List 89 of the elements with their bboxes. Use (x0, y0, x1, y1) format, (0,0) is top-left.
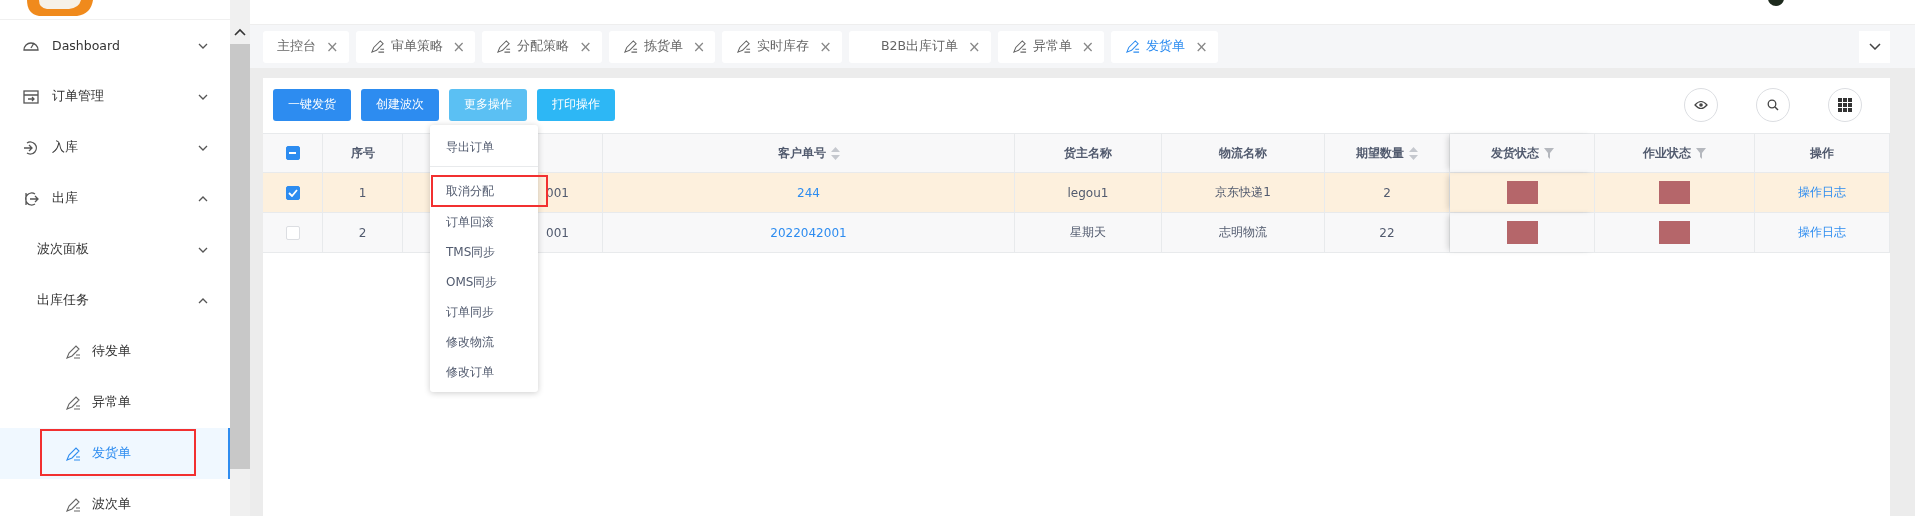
tab[interactable]: 实时库存 × (722, 30, 842, 63)
log-link[interactable]: 操作日志 (1798, 184, 1846, 201)
status-badge (1506, 181, 1538, 204)
menu-icon (22, 87, 40, 106)
sidebar-item[interactable]: 订单管理 (0, 71, 230, 122)
table-cell: legou1 (1067, 185, 1109, 200)
scrollbar-thumb[interactable] (230, 44, 250, 469)
toolbar-button[interactable]: 一键发货 (273, 88, 351, 121)
tab[interactable]: B2B出库订单 × (848, 30, 991, 63)
sidebar-item[interactable]: 波次单 (0, 479, 230, 516)
table-cell: 2 (358, 225, 367, 240)
log-link[interactable]: 操作日志 (1798, 224, 1846, 241)
tab[interactable]: 发货单 × (1111, 30, 1218, 63)
column-header: 序号 (350, 144, 375, 162)
close-icon[interactable]: × (968, 37, 981, 56)
column-header: 作业状态 (1643, 144, 1691, 162)
table-cell: 22 (1379, 225, 1395, 240)
menu-item[interactable]: 导出订单 (430, 130, 538, 167)
sidebar-item[interactable]: 入库 (0, 122, 230, 173)
toolbar-button[interactable]: 创建波次 (361, 88, 439, 121)
status-badge (1506, 221, 1538, 244)
column-header: 操作 (1810, 144, 1834, 162)
logo-icon (25, 0, 95, 16)
close-icon[interactable]: × (452, 37, 466, 56)
tab[interactable]: 主控台 × (263, 30, 349, 63)
chevron-icon (198, 195, 208, 202)
status-badge (1659, 181, 1690, 204)
menu-item[interactable]: 订单同步 (430, 297, 538, 327)
edit-icon (65, 445, 81, 462)
chevron-icon (198, 144, 208, 151)
tabs-menu-button[interactable] (1859, 30, 1890, 63)
edit-icon (65, 394, 81, 411)
sidebar-item[interactable]: 出库 (0, 173, 230, 224)
chevron-icon (1868, 43, 1881, 50)
column-header: 客户单号 (777, 144, 826, 162)
status-badge (1659, 221, 1690, 244)
edit-icon (65, 343, 81, 360)
edit-icon (622, 39, 638, 54)
menu-item[interactable]: OMS同步 (430, 267, 538, 297)
tab[interactable]: 拣货单 × (608, 30, 716, 63)
sidebar-item[interactable]: 波次面板 (0, 224, 230, 275)
edit-icon (736, 39, 752, 54)
menu-item[interactable]: 修改订单 (430, 357, 538, 387)
column-header: 货主名称 (1064, 144, 1112, 162)
edit-icon (496, 39, 512, 54)
chevron-icon (198, 246, 208, 253)
column-header: 期望数量 (1356, 144, 1404, 162)
close-icon[interactable]: × (819, 37, 832, 56)
table-cell: 志明物流 (1219, 224, 1267, 241)
filter-icon[interactable] (1696, 147, 1706, 159)
sidebar-item[interactable]: 出库任务 (0, 275, 230, 326)
row-checkbox[interactable] (285, 185, 300, 200)
column-header: 物流名称 (1219, 144, 1267, 162)
edit-icon (1125, 39, 1141, 54)
table-cell: 星期天 (1070, 224, 1106, 241)
order-link[interactable]: 2022042001 (770, 225, 847, 240)
chevron-icon (198, 93, 208, 100)
menu-item[interactable]: 取消分配 (431, 175, 548, 207)
table-cell: 001 (546, 225, 569, 240)
sidebar-item[interactable]: Dashboard (0, 20, 230, 71)
close-icon[interactable]: × (1081, 37, 1095, 56)
table-cell: 1 (358, 185, 367, 200)
sidebar-item[interactable]: 异常单 (0, 377, 230, 428)
tab[interactable]: 审单策略 × (355, 30, 476, 63)
table-cell: 京东快递1 (1215, 184, 1271, 201)
menu-icon (22, 189, 40, 208)
tab[interactable]: 分配策略 × (482, 30, 602, 63)
chevron-icon (198, 297, 208, 304)
menu-item[interactable]: 修改物流 (430, 327, 538, 357)
search-icon (1767, 98, 1779, 111)
edit-icon (369, 39, 385, 54)
edit-icon (1011, 39, 1027, 54)
edit-icon (65, 496, 81, 513)
close-icon[interactable]: × (1195, 37, 1208, 56)
table-cell: 2 (1383, 185, 1391, 200)
close-icon[interactable]: × (692, 37, 706, 56)
chevron-icon (198, 42, 208, 49)
menu-icon (22, 138, 40, 157)
sidebar-item[interactable]: 发货单 (0, 428, 230, 479)
filter-icon[interactable] (1543, 147, 1554, 159)
close-icon[interactable]: × (326, 37, 339, 56)
column-header: 发货状态 (1490, 144, 1539, 162)
tab[interactable]: 异常单 × (997, 30, 1105, 63)
scroll-up-icon[interactable] (234, 28, 246, 36)
select-all-checkbox[interactable] (285, 146, 300, 160)
sidebar-item[interactable]: 待发单 (0, 326, 230, 377)
eye-icon (1694, 99, 1708, 110)
grid-icon (1838, 97, 1852, 112)
close-icon[interactable]: × (579, 37, 592, 56)
